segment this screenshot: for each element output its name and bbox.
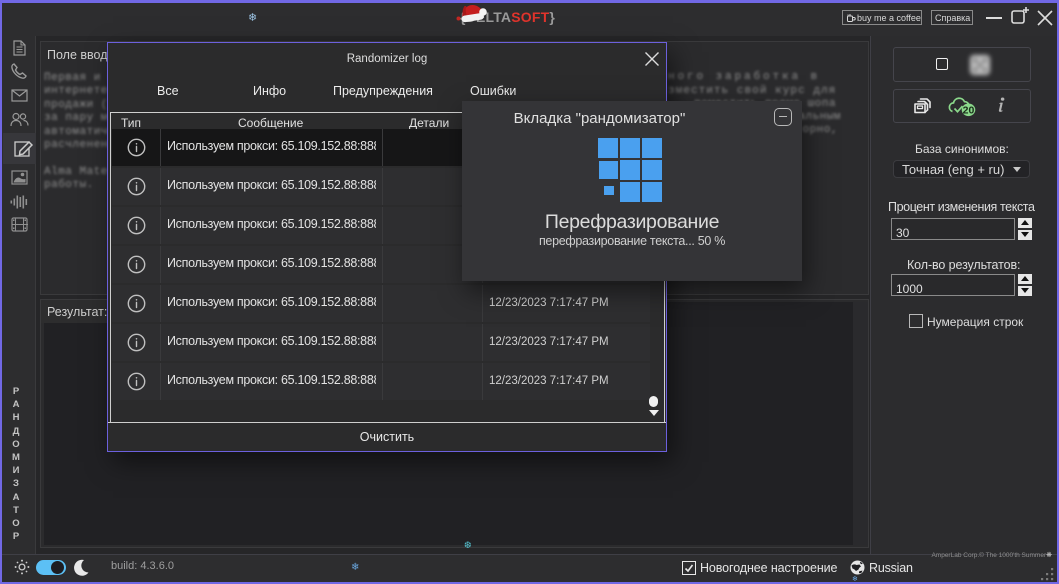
svg-text:20: 20 — [963, 104, 975, 116]
